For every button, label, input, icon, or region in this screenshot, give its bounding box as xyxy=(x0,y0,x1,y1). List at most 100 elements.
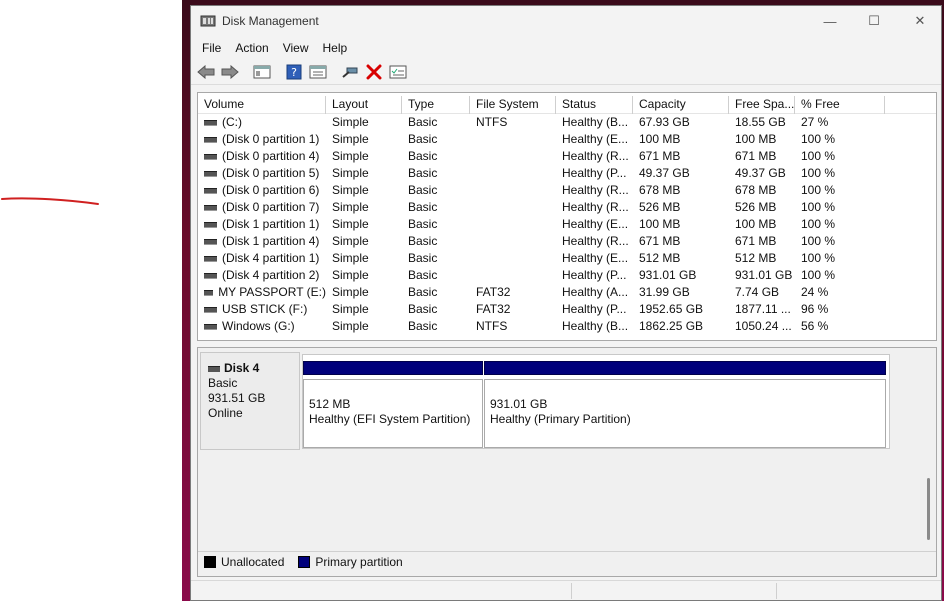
cell-type: Basic xyxy=(408,217,438,231)
red-pen-stroke xyxy=(1,197,99,205)
cell-percent-free: 27 % xyxy=(801,115,829,129)
volume-row[interactable]: (C:) Simple Basic NTFS Healthy (B... 67.93 GB… xyxy=(198,114,936,131)
cell-file-system xyxy=(470,131,556,148)
cell-capacity: 100 MB xyxy=(639,132,681,146)
volume-drive-icon xyxy=(204,204,217,211)
menu-view[interactable]: View xyxy=(276,38,316,60)
volume-name: (Disk 0 partition 7) xyxy=(222,200,320,214)
cell-file-system: NTFS xyxy=(476,115,508,129)
legend-divider xyxy=(198,551,936,552)
back-button[interactable] xyxy=(195,62,217,82)
cell-capacity: 49.37 GB xyxy=(639,166,690,180)
menu-help[interactable]: Help xyxy=(316,38,355,60)
cell-layout: Simple xyxy=(332,166,369,180)
volume-name: MY PASSPORT (E:) xyxy=(218,285,326,299)
disk-size: 931.51 GB xyxy=(208,391,266,405)
cell-file-system xyxy=(470,216,556,233)
console-tree-button[interactable] xyxy=(251,62,273,82)
volume-row[interactable]: (Disk 0 partition 7) Simple Basic Healthy (… xyxy=(198,199,936,216)
volume-row[interactable]: (Disk 1 partition 1) Simple Basic Healthy (… xyxy=(198,216,936,233)
cell-volume: USB STICK (F:) xyxy=(198,301,326,318)
cell-free-space: 18.55 GB xyxy=(735,115,786,129)
menu-file[interactable]: File xyxy=(195,38,228,60)
cell-layout: Simple xyxy=(332,251,369,265)
menu-action[interactable]: Action xyxy=(228,38,275,60)
help-button[interactable]: ? xyxy=(283,62,305,82)
maximize-button[interactable]: ☐ xyxy=(859,10,889,32)
svg-text:?: ? xyxy=(291,66,297,79)
cell-volume: (Disk 0 partition 6) xyxy=(198,182,326,199)
volume-row[interactable]: (Disk 4 partition 1) Simple Basic Healthy (… xyxy=(198,250,936,267)
volume-row[interactable]: MY PASSPORT (E:) Simple Basic FAT32 Healthy … xyxy=(198,284,936,301)
delete-button[interactable] xyxy=(363,62,385,82)
col-file-system-header[interactable]: File System xyxy=(470,96,556,114)
delete-icon xyxy=(366,64,382,80)
volume-drive-icon xyxy=(204,153,217,160)
connect-button[interactable] xyxy=(339,62,361,82)
title-bar[interactable]: Disk Management — ☐ ✕ xyxy=(191,6,941,38)
disk-management-window: Disk Management — ☐ ✕ File Action View H… xyxy=(190,5,942,601)
cell-layout: Simple xyxy=(332,302,369,316)
legend-unallocated: Unallocated xyxy=(221,555,285,569)
menu-bar: File Action View Help xyxy=(191,38,941,60)
volume-row[interactable]: (Disk 0 partition 5) Simple Basic Healthy (… xyxy=(198,165,936,182)
forward-arrow-icon xyxy=(221,65,239,79)
cell-volume: (Disk 0 partition 7) xyxy=(198,199,326,216)
disk-info-panel[interactable]: Disk 4 Basic 931.51 GB Online xyxy=(200,352,300,450)
volume-name: (Disk 0 partition 5) xyxy=(222,166,320,180)
cell-percent-free: 100 % xyxy=(801,268,836,282)
status-bar xyxy=(191,580,941,600)
disk-state: Online xyxy=(208,406,243,420)
col-percent-free-header[interactable]: % Free xyxy=(795,96,885,114)
vertical-scrollbar[interactable] xyxy=(927,478,930,540)
cell-status: Healthy (R... xyxy=(562,183,629,197)
legend: Unallocated Primary partition xyxy=(204,555,403,569)
col-status-header[interactable]: Status xyxy=(556,96,633,114)
connect-icon xyxy=(342,67,358,78)
col-volume-header[interactable]: Volume xyxy=(198,96,326,114)
cell-layout: Simple xyxy=(332,319,369,333)
cell-status: Healthy (R... xyxy=(562,149,629,163)
cell-percent-free: 100 % xyxy=(801,132,836,146)
volume-row[interactable]: USB STICK (F:) Simple Basic FAT32 Healthy (P… xyxy=(198,301,936,318)
cell-volume: (C:) xyxy=(198,114,326,131)
properties-icon xyxy=(309,65,327,79)
volume-row[interactable]: Windows (G:) Simple Basic NTFS Healthy (B...… xyxy=(198,318,936,335)
col-type-header[interactable]: Type xyxy=(402,96,470,114)
volume-list[interactable]: Volume Layout Type File System Status Capacit… xyxy=(197,92,937,341)
cell-capacity: 526 MB xyxy=(639,200,681,214)
volume-drive-icon xyxy=(204,289,214,296)
cell-percent-free: 100 % xyxy=(801,251,836,265)
close-button[interactable]: ✕ xyxy=(905,10,935,32)
disk-type: Basic xyxy=(208,376,238,390)
volume-drive-icon xyxy=(204,170,217,177)
cell-layout: Simple xyxy=(332,285,369,299)
cell-layout: Simple xyxy=(332,217,369,231)
graphical-disk-view[interactable]: Disk 4 Basic 931.51 GB Online 512 MB Hea… xyxy=(197,347,937,577)
col-capacity-header[interactable]: Capacity xyxy=(633,96,729,114)
partition-efi[interactable]: 512 MB Healthy (EFI System Partition) xyxy=(303,361,483,448)
close-icon: ✕ xyxy=(914,13,926,28)
volume-name: Windows (G:) xyxy=(222,319,295,333)
volume-row[interactable]: (Disk 0 partition 4) Simple Basic Healthy (… xyxy=(198,148,936,165)
cell-status: Healthy (B... xyxy=(562,115,629,129)
properties-button[interactable] xyxy=(307,62,329,82)
volume-rows: (C:) Simple Basic NTFS Healthy (B... 67.93 GB… xyxy=(198,114,936,335)
cell-layout: Simple xyxy=(332,234,369,248)
partition-primary[interactable]: 931.01 GB Healthy (Primary Partition) xyxy=(484,361,886,448)
col-free-space-header[interactable]: Free Spa... xyxy=(729,96,795,114)
cell-percent-free: 100 % xyxy=(801,217,836,231)
cell-type: Basic xyxy=(408,183,438,197)
volume-drive-icon xyxy=(204,255,217,262)
cell-free-space: 1877.11 ... xyxy=(735,302,791,316)
volume-drive-icon xyxy=(204,323,217,330)
volume-row[interactable]: (Disk 4 partition 2) Simple Basic Healthy (… xyxy=(198,267,936,284)
cell-percent-free: 56 % xyxy=(801,319,829,333)
col-layout-header[interactable]: Layout xyxy=(326,96,402,114)
checklist-button[interactable] xyxy=(387,62,409,82)
forward-button[interactable] xyxy=(219,62,241,82)
volume-row[interactable]: (Disk 1 partition 4) Simple Basic Healthy (… xyxy=(198,233,936,250)
volume-row[interactable]: (Disk 0 partition 1) Simple Basic Healthy (… xyxy=(198,131,936,148)
minimize-button[interactable]: — xyxy=(815,10,845,32)
volume-row[interactable]: (Disk 0 partition 6) Simple Basic Healthy (… xyxy=(198,182,936,199)
